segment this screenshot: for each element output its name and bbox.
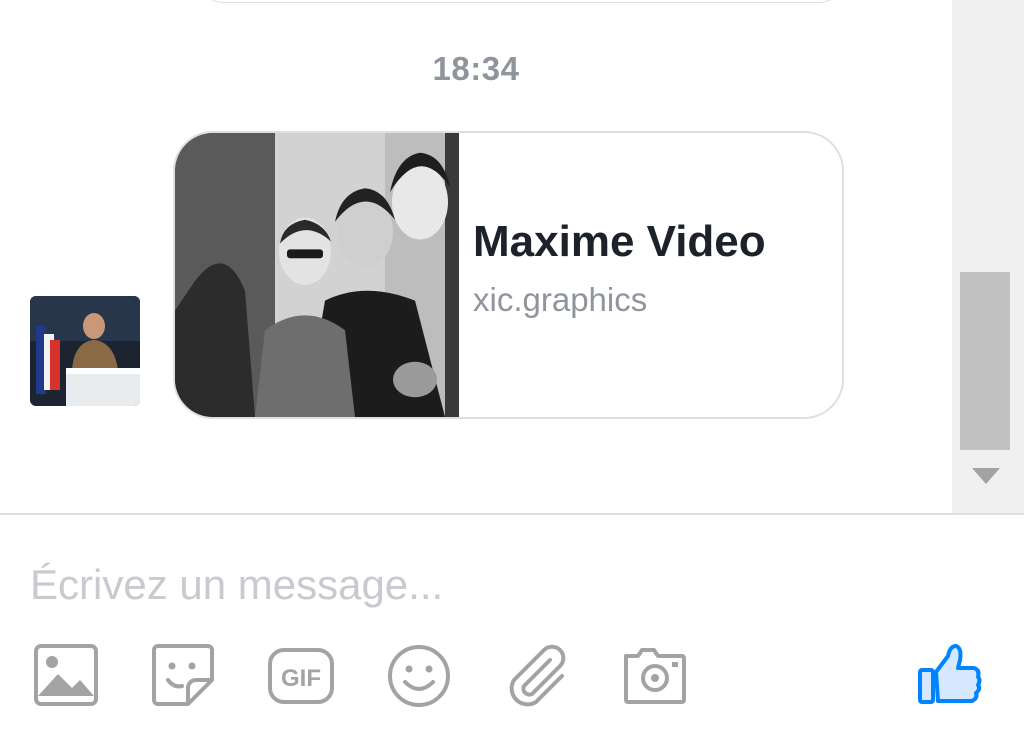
message-thread: 18:34 Maxime Video xic.graphics [0, 0, 952, 513]
gif-label: GIF [281, 665, 321, 692]
image-icon [34, 644, 98, 706]
sender-avatar[interactable] [30, 296, 140, 406]
sticker-icon [152, 644, 214, 706]
emoji-button[interactable] [384, 640, 454, 710]
video-thumbnail [175, 133, 459, 417]
gif-button[interactable]: GIF [266, 640, 336, 710]
link-share-card[interactable]: Maxime Video xic.graphics [173, 131, 844, 419]
composer-divider [0, 513, 1024, 515]
camera-button[interactable] [620, 640, 690, 710]
message-input[interactable] [30, 552, 910, 618]
link-card-text: Maxime Video xic.graphics [473, 217, 822, 319]
gif-icon: GIF [268, 648, 334, 704]
send-like-button[interactable] [914, 640, 984, 710]
paperclip-icon [509, 644, 566, 707]
link-title: Maxime Video [473, 217, 766, 266]
scrollbar-thumb[interactable] [960, 272, 1010, 450]
vertical-scrollbar[interactable] [952, 0, 1024, 513]
avatar-image [30, 296, 140, 406]
message-timestamp: 18:34 [432, 50, 520, 87]
scroll-down-arrow-icon[interactable] [972, 468, 1000, 484]
attach-file-button[interactable] [502, 640, 572, 710]
thumbs-up-icon [918, 644, 982, 704]
link-domain: xic.graphics [473, 281, 648, 318]
emoji-icon [388, 645, 450, 707]
previous-message-bubble [200, 0, 842, 3]
sticker-button[interactable] [148, 640, 218, 710]
camera-icon [624, 648, 686, 704]
add-photo-button[interactable] [32, 640, 102, 710]
